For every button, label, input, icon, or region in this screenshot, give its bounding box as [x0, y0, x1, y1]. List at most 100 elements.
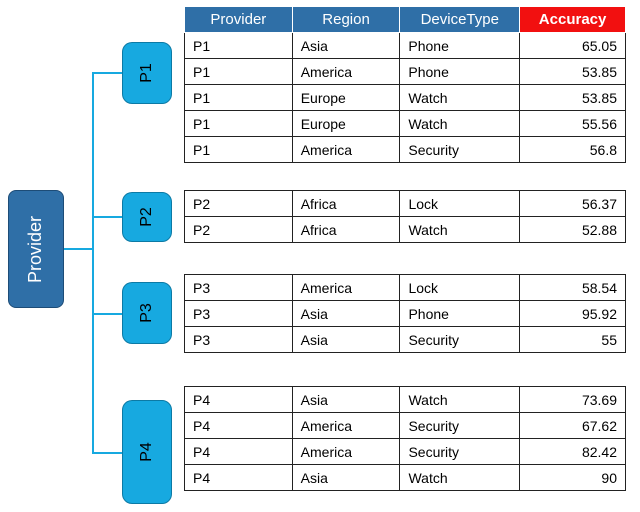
cell-device: Watch [400, 111, 520, 137]
cell-accuracy: 55 [520, 327, 626, 353]
table-body: P3AmericaLock58.54P3AsiaPhone95.92P3Asia… [185, 275, 626, 353]
table-row: P3AsiaPhone95.92 [185, 301, 626, 327]
cell-region: America [292, 413, 400, 439]
table-row: P1EuropeWatch53.85 [185, 85, 626, 111]
cell-provider: P2 [185, 191, 293, 217]
cell-accuracy: 55.56 [520, 111, 626, 137]
cell-region: America [292, 137, 400, 163]
cell-accuracy: 56.37 [520, 191, 626, 217]
cell-accuracy: 82.42 [520, 439, 626, 465]
connector-line [92, 452, 122, 454]
cell-region: Asia [292, 327, 400, 353]
table-row: P4AsiaWatch90 [185, 465, 626, 491]
data-table-g2: P2AfricaLock56.37P2AfricaWatch52.88 [184, 190, 626, 243]
provider-node-p3: P3 [122, 282, 172, 344]
cell-device: Security [400, 327, 520, 353]
cell-provider: P3 [185, 327, 293, 353]
cell-device: Lock [400, 191, 520, 217]
provider-node-p1: P1 [122, 42, 172, 104]
cell-device: Watch [400, 465, 520, 491]
cell-provider: P4 [185, 387, 293, 413]
cell-device: Security [400, 413, 520, 439]
col-header-region: Region [292, 7, 400, 33]
provider-label: P4 [138, 442, 156, 462]
provider-node-p4: P4 [122, 400, 172, 504]
cell-provider: P1 [185, 33, 293, 59]
diagram-stage: Provider P1 P2 P3 P4 Provider Region Dev… [0, 0, 640, 512]
col-header-provider: Provider [185, 7, 293, 33]
table-body: P4AsiaWatch73.69P4AmericaSecurity67.62P4… [185, 387, 626, 491]
cell-region: Africa [292, 217, 400, 243]
cell-provider: P2 [185, 217, 293, 243]
cell-provider: P1 [185, 85, 293, 111]
cell-accuracy: 52.88 [520, 217, 626, 243]
cell-device: Security [400, 137, 520, 163]
table-row: P3AsiaSecurity55 [185, 327, 626, 353]
cell-provider: P4 [185, 465, 293, 491]
table-row: P2AfricaLock56.37 [185, 191, 626, 217]
cell-device: Security [400, 439, 520, 465]
data-table-g1: Provider Region DeviceType Accuracy P1As… [184, 6, 626, 163]
data-table-g3: P3AmericaLock58.54P3AsiaPhone95.92P3Asia… [184, 274, 626, 353]
cell-accuracy: 53.85 [520, 59, 626, 85]
cell-accuracy: 90 [520, 465, 626, 491]
table-row: P1EuropeWatch55.56 [185, 111, 626, 137]
cell-provider: P3 [185, 301, 293, 327]
provider-label: P1 [138, 63, 156, 83]
cell-accuracy: 58.54 [520, 275, 626, 301]
cell-region: Europe [292, 111, 400, 137]
col-header-device: DeviceType [400, 7, 520, 33]
provider-node-p2: P2 [122, 192, 172, 242]
connector-line [64, 248, 92, 250]
cell-accuracy: 65.05 [520, 33, 626, 59]
cell-accuracy: 67.62 [520, 413, 626, 439]
table-row: P1AmericaPhone53.85 [185, 59, 626, 85]
cell-provider: P1 [185, 111, 293, 137]
cell-device: Lock [400, 275, 520, 301]
cell-region: Europe [292, 85, 400, 111]
connector-line [92, 216, 122, 218]
table-header-row: Provider Region DeviceType Accuracy [185, 7, 626, 33]
cell-region: Asia [292, 33, 400, 59]
cell-accuracy: 95.92 [520, 301, 626, 327]
provider-label: P3 [138, 303, 156, 323]
cell-device: Watch [400, 217, 520, 243]
cell-accuracy: 53.85 [520, 85, 626, 111]
provider-label: P2 [138, 207, 156, 227]
cell-region: Asia [292, 465, 400, 491]
cell-accuracy: 73.69 [520, 387, 626, 413]
table-row: P4AsiaWatch73.69 [185, 387, 626, 413]
table-row: P1AsiaPhone65.05 [185, 33, 626, 59]
root-provider-node: Provider [8, 190, 64, 308]
cell-device: Watch [400, 387, 520, 413]
cell-provider: P1 [185, 59, 293, 85]
cell-accuracy: 56.8 [520, 137, 626, 163]
cell-provider: P1 [185, 137, 293, 163]
cell-region: America [292, 59, 400, 85]
table-row: P2AfricaWatch52.88 [185, 217, 626, 243]
cell-region: America [292, 439, 400, 465]
table-row: P1AmericaSecurity56.8 [185, 137, 626, 163]
root-label: Provider [26, 215, 47, 282]
col-header-accuracy: Accuracy [520, 7, 626, 33]
cell-provider: P4 [185, 413, 293, 439]
connector-line [92, 72, 94, 452]
table-row: P3AmericaLock58.54 [185, 275, 626, 301]
cell-region: Asia [292, 301, 400, 327]
table-body: P1AsiaPhone65.05P1AmericaPhone53.85P1Eur… [185, 33, 626, 163]
connector-line [92, 313, 122, 315]
cell-region: Asia [292, 387, 400, 413]
table-row: P4AmericaSecurity67.62 [185, 413, 626, 439]
cell-device: Phone [400, 59, 520, 85]
table-row: P4AmericaSecurity82.42 [185, 439, 626, 465]
cell-device: Phone [400, 33, 520, 59]
cell-provider: P4 [185, 439, 293, 465]
data-table-g4: P4AsiaWatch73.69P4AmericaSecurity67.62P4… [184, 386, 626, 491]
cell-region: America [292, 275, 400, 301]
cell-device: Watch [400, 85, 520, 111]
table-body: P2AfricaLock56.37P2AfricaWatch52.88 [185, 191, 626, 243]
cell-device: Phone [400, 301, 520, 327]
cell-provider: P3 [185, 275, 293, 301]
connector-line [92, 72, 122, 74]
cell-region: Africa [292, 191, 400, 217]
